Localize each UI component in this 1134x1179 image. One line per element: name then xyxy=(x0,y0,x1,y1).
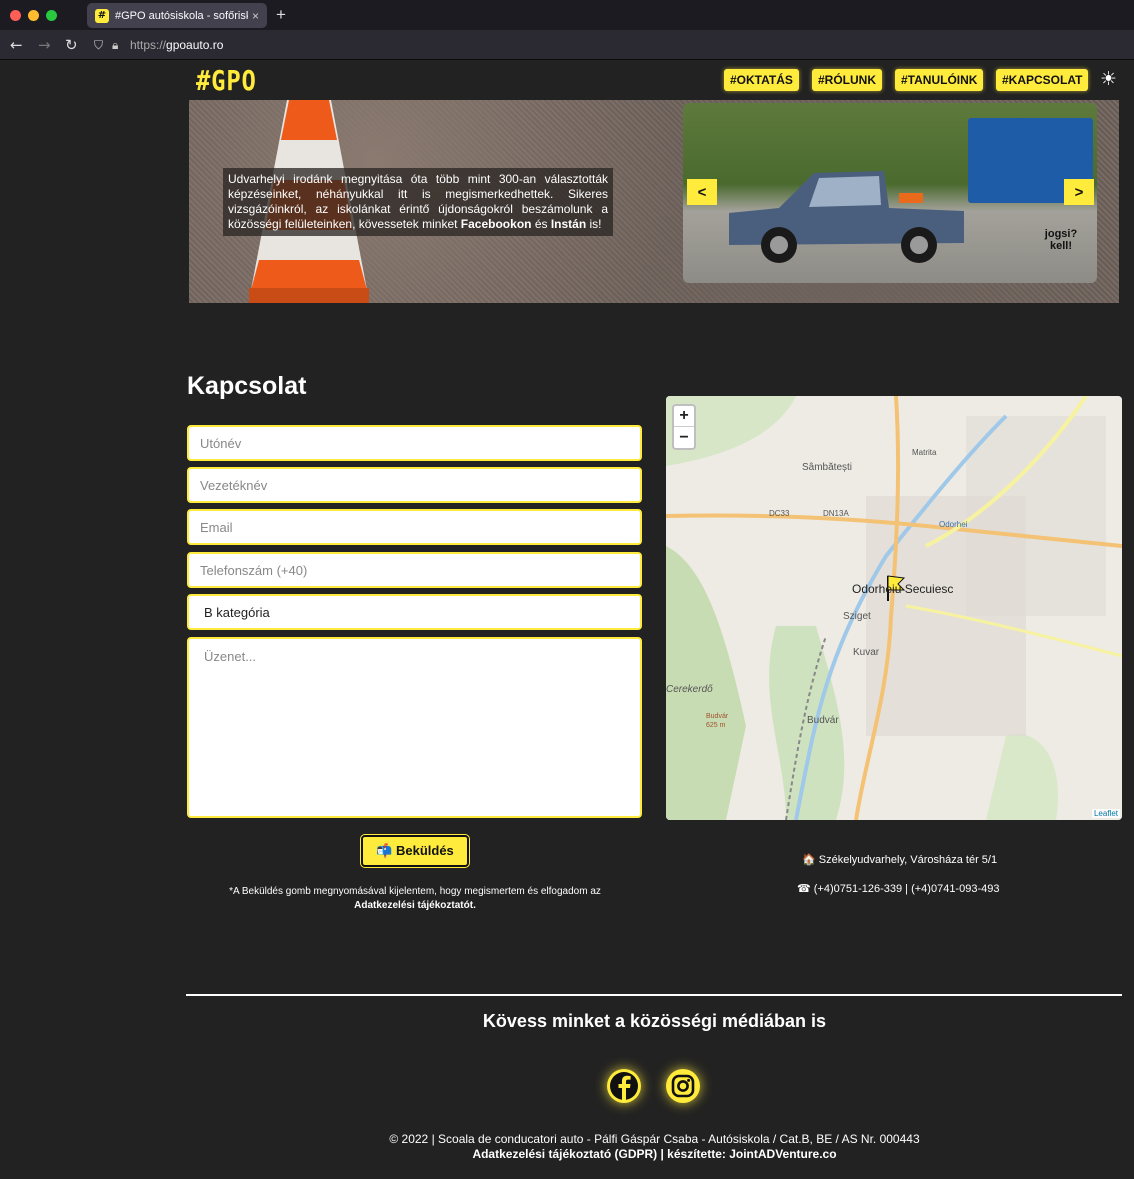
map-label: Matrita xyxy=(912,448,937,457)
leaflet-attribution[interactable]: Leaflet xyxy=(1091,809,1120,818)
follow-heading: Kövess minket a közösségi médiában is xyxy=(482,1011,827,1031)
map[interactable]: + − Sâmbătești DC33 DN13A Odorheiu Secui… xyxy=(666,396,1122,820)
window-controls xyxy=(10,10,57,21)
shield-icon[interactable]: ⛉ xyxy=(94,38,103,53)
map-label: Kuvar xyxy=(853,647,880,658)
phone-text: ☎ (+4)0751-126-339 | (+4)0741-093-493 xyxy=(797,883,1000,895)
maximize-window-button[interactable] xyxy=(46,10,57,21)
back-icon[interactable]: ← xyxy=(10,36,23,54)
disclaimer: *A Beküldés gomb megnyomásával kijelente… xyxy=(229,886,601,911)
browser-tab-bar: # #GPO autósiskola - sofőriskola × + xyxy=(0,0,1134,30)
forward-icon[interactable]: → xyxy=(38,36,51,54)
map-label: Sâmbătești xyxy=(802,462,853,473)
map-label: Budvár xyxy=(807,715,839,726)
browser-nav-bar: ← → ↻ ⛉ 🔒︎ https://gpoauto.ro xyxy=(0,30,1134,60)
hero-description: Udvarhelyi irodánk megnyitása óta több m… xyxy=(223,168,613,236)
sun-icon[interactable]: ☀ xyxy=(1100,68,1117,90)
send-button[interactable]: 📬 Beküldés xyxy=(360,834,470,868)
close-tab-icon[interactable]: × xyxy=(252,9,259,23)
facebook-icon[interactable] xyxy=(607,1069,641,1103)
map-label-city: Odorheiu Secuiesc xyxy=(852,582,954,596)
site-logo[interactable]: #GPO xyxy=(196,64,257,97)
copyright: © 2022 | Scoala de conducatori auto - Pá… xyxy=(187,1132,1122,1162)
zoom-controls: + − xyxy=(672,404,696,450)
map-label: DC33 xyxy=(769,509,790,518)
image-slider: jogsi? kell! xyxy=(683,103,1097,283)
tab-title: #GPO autósiskola - sofőriskola xyxy=(115,9,248,22)
pickup-truck-image xyxy=(729,171,964,263)
first-name-field[interactable]: Utónév xyxy=(187,425,642,461)
nav-kapcsolat[interactable]: #KAPCSOLAT xyxy=(996,69,1089,91)
last-name-field[interactable]: Vezetéknév xyxy=(187,467,642,503)
zoom-out-button[interactable]: − xyxy=(674,427,694,448)
map-label: Sziget xyxy=(843,611,871,622)
privacy-link[interactable]: Adatkezelési tájékoztatót. xyxy=(354,900,476,911)
browser-tab[interactable]: # #GPO autósiskola - sofőriskola × xyxy=(87,3,267,28)
map-label: Odorhei xyxy=(939,520,968,529)
footer-credits[interactable]: Adatkezelési tájékoztató (GDPR) | készít… xyxy=(187,1147,1122,1162)
close-window-button[interactable] xyxy=(10,10,21,21)
contact-title: Kapcsolat xyxy=(187,372,307,400)
message-field[interactable]: Üzenet... xyxy=(187,637,642,818)
minimize-window-button[interactable] xyxy=(28,10,39,21)
slider-prev-button[interactable]: < xyxy=(687,179,717,205)
reload-icon[interactable]: ↻ xyxy=(65,36,78,54)
copyright-line: © 2022 | Scoala de conducatori auto - Pá… xyxy=(389,1132,920,1146)
facebook-link[interactable]: Facebookon xyxy=(461,217,532,231)
favicon-icon: # xyxy=(95,8,109,23)
nav-tanuloink[interactable]: #TANULÓINK xyxy=(895,69,984,91)
zoom-in-button[interactable]: + xyxy=(674,406,694,427)
trailer-sign: jogsi? kell! xyxy=(1044,228,1078,252)
map-label: Budvár 625 m xyxy=(706,713,729,729)
map-label: DN13A xyxy=(823,509,849,518)
instagram-icon[interactable] xyxy=(666,1069,700,1103)
new-tab-button[interactable]: + xyxy=(276,5,286,25)
instagram-link[interactable]: Instán xyxy=(551,217,586,231)
slider-next-button[interactable]: > xyxy=(1064,179,1094,205)
category-select[interactable]: B kategória xyxy=(187,594,642,630)
email-field[interactable]: Email xyxy=(187,509,642,545)
hero-banner: Udvarhelyi irodánk megnyitása óta több m… xyxy=(189,100,1119,303)
footer-divider xyxy=(186,994,1122,996)
nav-rolunk[interactable]: #RÓLUNK xyxy=(812,69,883,91)
address-text: 🏠 Székelyudvarhely, Városháza tér 5/1 xyxy=(802,854,998,866)
phone-field[interactable]: Telefonszám (+40) xyxy=(187,552,642,588)
nav-oktatas[interactable]: #OKTATÁS xyxy=(724,69,799,91)
lock-icon[interactable]: 🔒︎ xyxy=(112,38,118,53)
map-label: Cerekerdő xyxy=(666,684,713,695)
url-bar[interactable]: https://gpoauto.ro xyxy=(130,38,223,52)
map-tiles xyxy=(666,396,1122,820)
